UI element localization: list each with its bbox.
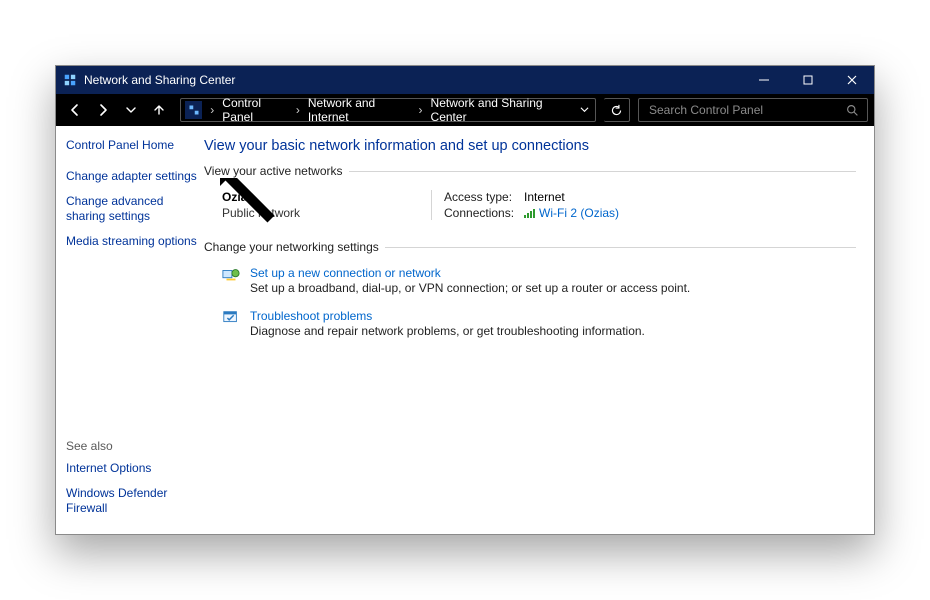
body: Control Panel Home Change adapter settin… bbox=[56, 126, 874, 534]
section-label: View your active networks bbox=[204, 164, 349, 178]
chevron-right-icon: › bbox=[210, 103, 214, 117]
minimize-button[interactable] bbox=[742, 66, 786, 94]
main-content: View your basic network information and … bbox=[204, 126, 874, 534]
connection-link[interactable]: Wi-Fi 2 (Ozias) bbox=[524, 206, 619, 220]
task-desc: Diagnose and repair network problems, or… bbox=[250, 324, 645, 338]
toolbar: › Control Panel › Network and Internet ›… bbox=[56, 94, 874, 126]
address-bar[interactable]: › Control Panel › Network and Internet ›… bbox=[180, 98, 596, 122]
refresh-button[interactable] bbox=[604, 98, 630, 122]
sidebar-item-adapter-settings[interactable]: Change adapter settings bbox=[66, 169, 198, 184]
back-button[interactable] bbox=[62, 97, 88, 123]
forward-button[interactable] bbox=[90, 97, 116, 123]
up-button[interactable] bbox=[146, 97, 172, 123]
maximize-button[interactable] bbox=[786, 66, 830, 94]
breadcrumb-network-internet[interactable]: Network and Internet › bbox=[304, 99, 427, 121]
breadcrumb-network-sharing-center[interactable]: Network and Sharing Center bbox=[427, 99, 580, 121]
task-setup-connection: Set up a new connection or network Set u… bbox=[204, 262, 856, 305]
see-also-heading: See also bbox=[66, 439, 198, 453]
breadcrumb-control-panel[interactable]: Control Panel › bbox=[218, 99, 304, 121]
app-icon bbox=[56, 73, 84, 87]
sidebar-item-media-streaming[interactable]: Media streaming options bbox=[66, 234, 198, 249]
connections-label: Connections: bbox=[444, 206, 514, 220]
network-type: Public network bbox=[222, 206, 421, 220]
section-networking-settings: Change your networking settings bbox=[204, 240, 856, 254]
task-link[interactable]: Troubleshoot problems bbox=[250, 309, 645, 323]
breadcrumb-root-arrow[interactable]: › bbox=[206, 99, 218, 121]
sidebar-internet-options[interactable]: Internet Options bbox=[66, 461, 198, 476]
section-label: Change your networking settings bbox=[204, 240, 385, 254]
chevron-right-icon: › bbox=[296, 103, 300, 117]
search-input[interactable] bbox=[647, 102, 846, 118]
sidebar-item-advanced-sharing[interactable]: Change advanced sharing settings bbox=[66, 194, 198, 224]
access-type-value: Internet bbox=[524, 190, 619, 204]
address-dropdown[interactable] bbox=[580, 103, 595, 117]
breadcrumb-label: Control Panel bbox=[222, 96, 292, 124]
task-link[interactable]: Set up a new connection or network bbox=[250, 266, 690, 280]
troubleshoot-icon bbox=[222, 309, 240, 327]
history-dropdown[interactable] bbox=[118, 97, 144, 123]
sidebar-windows-defender-firewall[interactable]: Windows Defender Firewall bbox=[66, 486, 198, 516]
access-type-label: Access type: bbox=[444, 190, 514, 204]
active-network-row: Ozias Public network Access type: Intern… bbox=[204, 186, 856, 234]
network-name: Ozias bbox=[222, 190, 421, 204]
window-root: Network and Sharing Center bbox=[55, 65, 875, 535]
close-button[interactable] bbox=[830, 66, 874, 94]
breadcrumb-label: Network and Sharing Center bbox=[431, 96, 576, 124]
connection-value: Wi-Fi 2 (Ozias) bbox=[539, 206, 619, 220]
window-title: Network and Sharing Center bbox=[84, 73, 235, 87]
search-box[interactable] bbox=[638, 98, 868, 122]
titlebar: Network and Sharing Center bbox=[56, 66, 874, 94]
page-heading: View your basic network information and … bbox=[204, 138, 856, 154]
chevron-right-icon: › bbox=[419, 103, 423, 117]
network-left: Ozias Public network bbox=[222, 190, 432, 220]
task-troubleshoot: Troubleshoot problems Diagnose and repai… bbox=[204, 305, 856, 348]
task-desc: Set up a broadband, dial-up, or VPN conn… bbox=[250, 281, 690, 295]
connection-wizard-icon bbox=[222, 266, 240, 284]
wifi-signal-icon bbox=[524, 208, 535, 218]
address-app-icon bbox=[185, 101, 202, 119]
sidebar-home[interactable]: Control Panel Home bbox=[66, 138, 198, 153]
section-active-networks: View your active networks bbox=[204, 164, 856, 178]
network-right: Access type: Internet Connections: Wi-Fi… bbox=[432, 190, 619, 220]
breadcrumb-label: Network and Internet bbox=[308, 96, 415, 124]
search-icon bbox=[846, 104, 859, 117]
sidebar: Control Panel Home Change adapter settin… bbox=[56, 126, 204, 534]
